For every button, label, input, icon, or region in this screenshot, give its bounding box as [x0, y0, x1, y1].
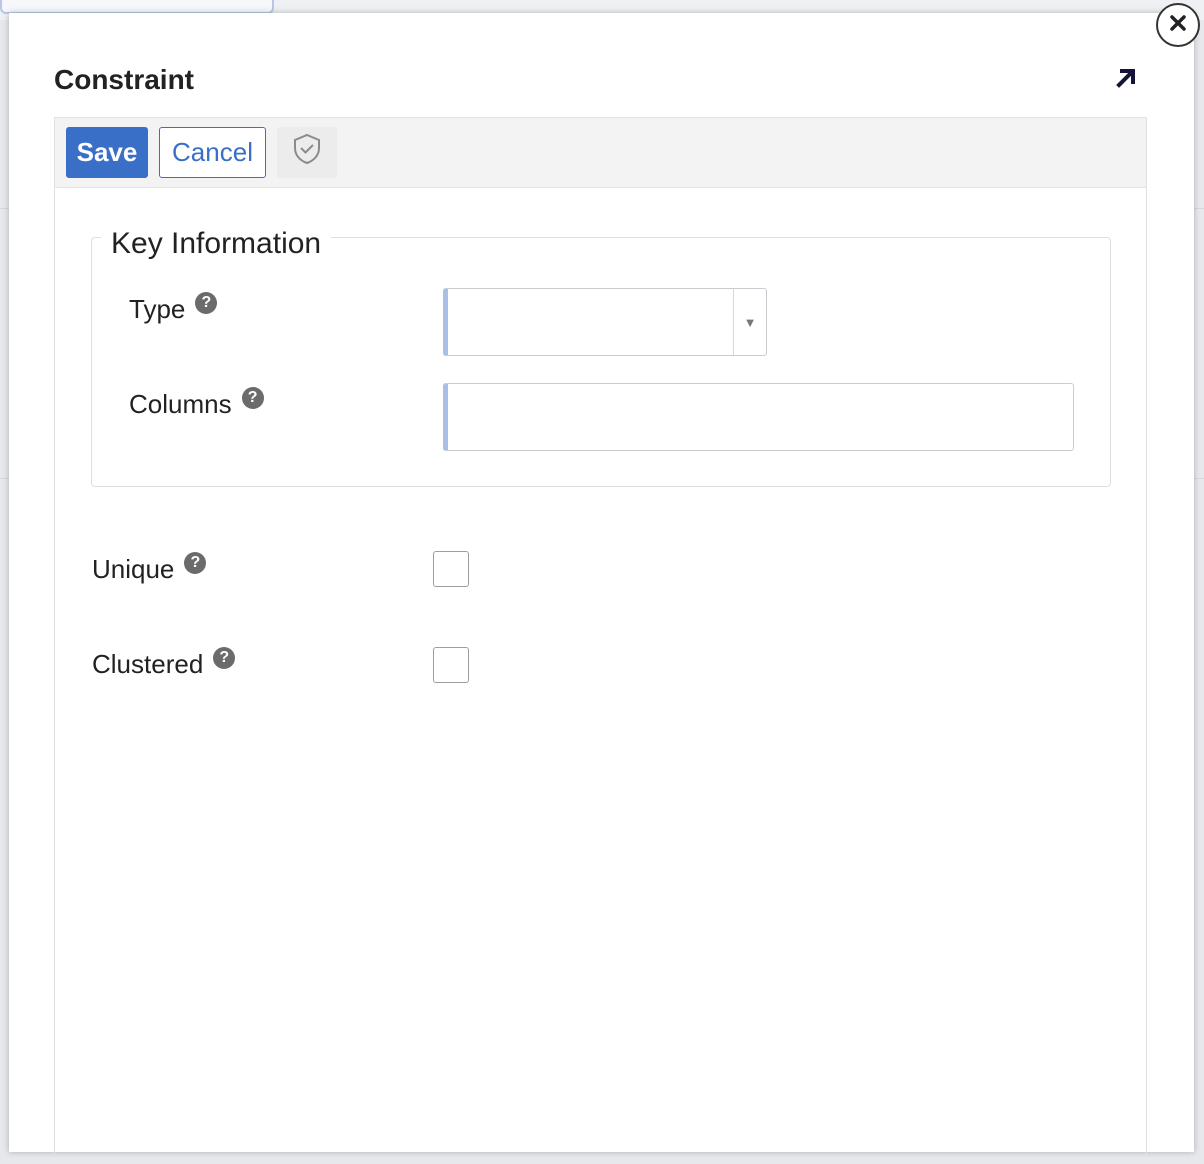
- save-button[interactable]: Save: [66, 127, 148, 178]
- clustered-help-icon[interactable]: ?: [213, 646, 236, 669]
- columns-label: Columns: [129, 389, 232, 419]
- dialog-title: Constraint: [54, 64, 194, 95]
- clustered-checkbox[interactable]: [433, 647, 469, 683]
- close-button[interactable]: [1156, 3, 1200, 47]
- type-label: Type: [129, 294, 186, 324]
- close-icon: [1168, 13, 1188, 38]
- columns-help-icon[interactable]: ?: [241, 386, 264, 409]
- cancel-button[interactable]: Cancel: [159, 127, 266, 178]
- shield-check-icon: [292, 133, 322, 172]
- unique-checkbox[interactable]: [433, 551, 469, 587]
- expand-icon[interactable]: [1113, 65, 1139, 91]
- columns-input[interactable]: [443, 383, 1074, 451]
- columns-label-row: Columns ?: [129, 386, 264, 420]
- type-select[interactable]: ▼: [443, 288, 767, 356]
- key-information-legend: Key Information: [101, 227, 332, 261]
- shield-check-button[interactable]: [277, 127, 337, 178]
- type-help-icon[interactable]: ?: [195, 291, 218, 314]
- clustered-label-row: Clustered ?: [92, 646, 236, 680]
- constraint-dialog: Constraint Save Cancel Key Information T…: [9, 13, 1194, 1157]
- dialog-panel: Save Cancel Key Information Type ? ▼ Col…: [54, 117, 1147, 1157]
- unique-label-row: Unique ?: [92, 551, 207, 585]
- unique-help-icon[interactable]: ?: [184, 551, 207, 574]
- unique-label: Unique: [92, 554, 175, 584]
- type-label-row: Type ?: [129, 291, 218, 325]
- toolbar: Save Cancel: [55, 118, 1146, 188]
- chevron-down-icon[interactable]: ▼: [733, 289, 766, 355]
- background-tab: [0, 0, 274, 14]
- clustered-label: Clustered: [92, 649, 204, 679]
